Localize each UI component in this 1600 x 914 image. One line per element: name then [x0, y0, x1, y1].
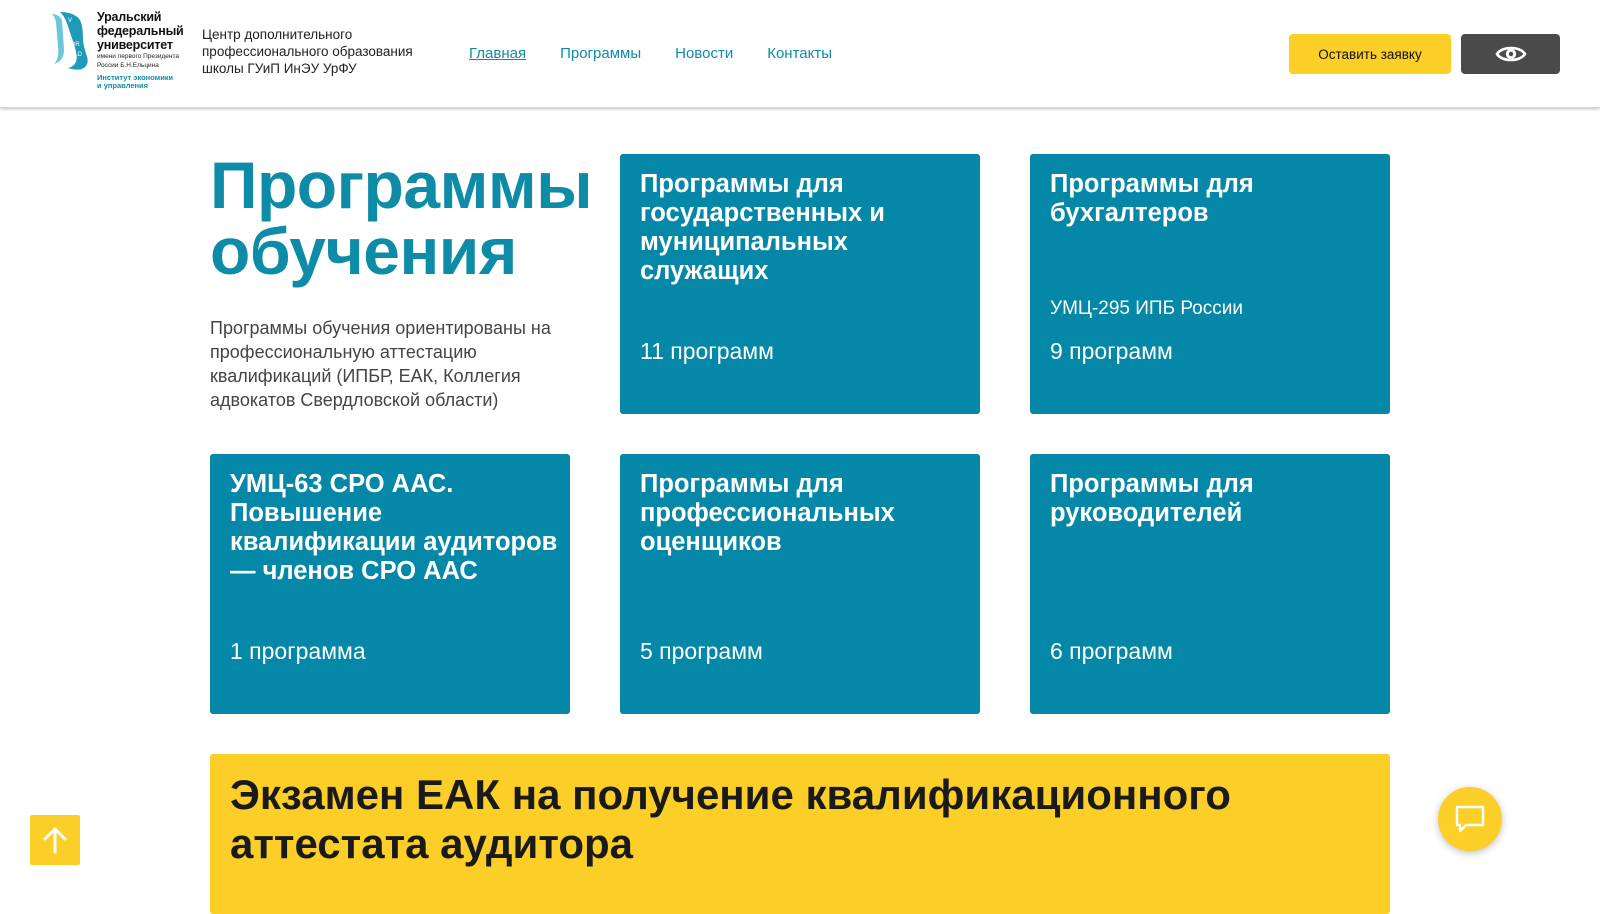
exam-title: Экзамен ЕАК на получение квалификационно…	[230, 771, 1231, 867]
program-card-appraisers[interactable]: Программы для профессиональных оценщиков…	[620, 454, 980, 714]
site-header: V WOR RLD Уральский федеральный универси…	[0, 0, 1600, 108]
card-count: 5 программ	[640, 638, 763, 664]
program-card-accountants[interactable]: Программы для бухгалтеров УМЦ-295 ИПБ Ро…	[1030, 154, 1390, 414]
chat-icon	[1455, 805, 1485, 833]
logo-line-2: федеральный	[97, 24, 184, 38]
logo-line-3: университет	[97, 38, 173, 52]
card-title: УМЦ-63 СРО ААС. Повышение квалификации а…	[230, 470, 558, 585]
nav-link-news[interactable]: Новости	[675, 45, 733, 62]
svg-text:RLD: RLD	[70, 52, 83, 58]
arrow-up-icon	[43, 827, 67, 854]
apply-button[interactable]: Оставить заявку	[1289, 34, 1451, 74]
nav-link-contacts[interactable]: Контакты	[767, 45, 832, 62]
chat-button[interactable]	[1438, 787, 1502, 851]
card-count: 6 программ	[1050, 638, 1173, 664]
page-title-line-1: Программы	[210, 148, 593, 222]
eye-icon	[1494, 46, 1527, 62]
center-title: Центр дополнительного профессионального …	[202, 26, 442, 77]
nav-link-home[interactable]: Главная	[469, 45, 526, 62]
program-card-managers[interactable]: Программы для руководителей 6 программ	[1030, 454, 1390, 714]
page-title: Программы обучения	[210, 148, 593, 288]
scroll-to-top-button[interactable]	[30, 815, 80, 865]
program-card-civil-servants[interactable]: Программы для государственных и муниципа…	[620, 154, 980, 414]
logo-small-2: России Б.Н.Ельцина	[97, 62, 159, 69]
page-description: Программы обучения ориентированы на проф…	[210, 318, 551, 410]
center-title-line-3: школы ГУиП ИнЭУ УрФУ	[202, 61, 357, 76]
card-title: Программы для руководителей	[1050, 470, 1254, 527]
center-title-line-1: Центр дополнительного	[202, 27, 353, 42]
card-title: Программы для профессиональных оценщиков	[640, 470, 895, 556]
logo-institute-2: и управления	[97, 81, 149, 90]
card-title: Программы для бухгалтеров	[1050, 170, 1254, 227]
program-card-auditors[interactable]: УМЦ-63 СРО ААС. Повышение квалификации а…	[210, 454, 570, 714]
svg-text:WOR: WOR	[65, 42, 80, 48]
exam-banner[interactable]: Экзамен ЕАК на получение квалификационно…	[210, 754, 1390, 914]
card-subtitle: УМЦ-295 ИПБ России	[1050, 298, 1243, 319]
urfu-logo-icon: V WOR RLD	[52, 12, 88, 70]
logo-line-1: Уральский	[97, 10, 162, 24]
nav-link-programs[interactable]: Программы	[560, 45, 641, 62]
urfu-logo[interactable]: V WOR RLD Уральский федеральный универси…	[46, 10, 196, 94]
card-count: 1 программа	[230, 638, 366, 664]
card-count: 11 программ	[640, 338, 774, 364]
main-nav: Главная Программы Новости Контакты	[469, 45, 832, 62]
urfu-logo-text: Уральский федеральный университет имени …	[97, 10, 197, 90]
svg-text:V: V	[68, 18, 72, 24]
card-count: 9 программ	[1050, 338, 1173, 364]
card-title: Программы для государственных и муниципа…	[640, 170, 885, 285]
center-title-line-2: профессионального образования	[202, 44, 413, 59]
page-title-line-2: обучения	[210, 214, 517, 288]
logo-small-1: имени первого Президента	[97, 53, 180, 60]
accessibility-button[interactable]	[1461, 34, 1560, 74]
